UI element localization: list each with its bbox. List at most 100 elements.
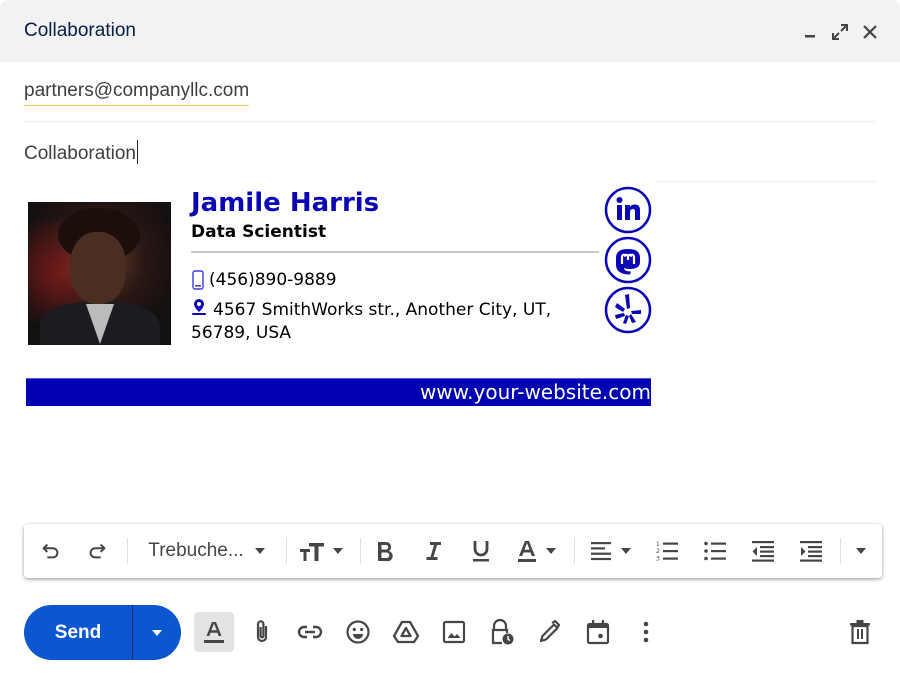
text-color-button[interactable] (510, 536, 564, 566)
underline-icon (473, 541, 489, 562)
linkedin-icon (604, 186, 652, 234)
insert-drive-button[interactable] (386, 612, 426, 652)
bulleted-list-icon (704, 541, 726, 561)
indent-less-button[interactable] (746, 536, 780, 566)
expand-button[interactable] (829, 21, 851, 43)
more-formatting-button[interactable] (846, 536, 876, 566)
svg-text:2: 2 (656, 548, 660, 555)
confidential-mode-button[interactable] (482, 612, 522, 652)
redo-icon (89, 543, 106, 559)
signature-phone: (456)890-9889 (191, 270, 337, 290)
set-up-time-button[interactable] (578, 612, 618, 652)
discard-draft-button[interactable] (840, 612, 880, 652)
link-icon (297, 625, 323, 639)
insert-photo-button[interactable] (434, 612, 474, 652)
minimize-icon (805, 35, 815, 38)
schedule-send-button[interactable] (133, 605, 181, 660)
recipient-chip[interactable]: partners@companyllc.com (24, 80, 250, 106)
signature-role: Data Scientist (191, 222, 327, 242)
svg-text:1: 1 (656, 541, 660, 548)
indent-less-icon (752, 541, 774, 562)
formatting-toolbar: Trebuche... 123 (24, 524, 882, 578)
dropdown-arrow-icon (254, 548, 265, 554)
indent-more-icon (800, 541, 822, 562)
send-button-group: Send (24, 605, 181, 660)
insert-signature-button[interactable] (530, 612, 570, 652)
trash-icon (850, 620, 870, 645)
numbered-list-button[interactable]: 123 (650, 536, 684, 566)
font-select[interactable]: Trebuche... (136, 536, 278, 566)
drive-icon (392, 620, 420, 644)
bulleted-list-button[interactable] (698, 536, 732, 566)
formatting-options-button[interactable] (194, 612, 234, 652)
yelp-icon (604, 286, 652, 334)
signature-address: 4567 SmithWorks str., Another City, UT, … (191, 298, 611, 345)
text-format-icon (204, 622, 224, 643)
more-options-button[interactable] (626, 612, 666, 652)
insert-emoji-button[interactable] (338, 612, 378, 652)
undo-button[interactable] (34, 536, 68, 566)
website-link[interactable]: www.your-website.com (420, 380, 651, 404)
toolbar-separator (127, 538, 128, 564)
pen-icon (539, 619, 561, 643)
dropdown-arrow-icon (621, 548, 631, 554)
compose-header: Collaboration (0, 0, 900, 62)
close-button[interactable] (859, 21, 881, 43)
email-signature: Jamile Harris Data Scientist (456)890-98… (24, 186, 654, 416)
address-text: 4567 SmithWorks str., Another City, UT, … (191, 300, 552, 343)
website-banner: www.your-website.com (26, 378, 651, 406)
align-left-icon (591, 542, 611, 561)
expand-icon (832, 24, 848, 40)
mobile-phone-icon (192, 270, 204, 290)
more-vertical-icon (643, 621, 649, 643)
numbered-list-icon: 123 (656, 541, 678, 563)
undo-icon (42, 543, 59, 559)
underline-button[interactable] (464, 536, 498, 566)
attach-files-button[interactable] (242, 612, 282, 652)
text-color-icon (518, 541, 536, 562)
yelp-link[interactable] (604, 286, 652, 334)
emoji-icon (346, 620, 370, 644)
profile-photo (28, 202, 171, 345)
divider (24, 121, 876, 122)
signature-divider (191, 251, 599, 253)
italic-button[interactable] (416, 536, 450, 566)
bold-icon (378, 542, 393, 562)
svg-text:3: 3 (656, 556, 660, 563)
bold-button[interactable] (368, 536, 402, 566)
mastodon-icon (604, 236, 652, 284)
text-cursor (136, 140, 138, 164)
indent-more-button[interactable] (794, 536, 828, 566)
redo-button[interactable] (80, 536, 114, 566)
location-pin-icon (192, 299, 206, 315)
italic-icon (426, 542, 441, 560)
linkedin-link[interactable] (604, 186, 652, 234)
compose-title: Collaboration (24, 20, 136, 41)
toolbar-separator (574, 538, 575, 564)
photo-icon (442, 620, 466, 644)
dropdown-arrow-icon (152, 629, 162, 636)
toolbar-separator (360, 538, 361, 564)
signature-name: Jamile Harris (191, 188, 380, 218)
align-button[interactable] (584, 536, 638, 566)
subject-text: Collaboration (24, 143, 136, 164)
lock-clock-icon (491, 618, 514, 645)
minimize-button[interactable] (799, 21, 821, 43)
calendar-icon (586, 620, 610, 645)
toolbar-separator (286, 538, 287, 564)
insert-link-button[interactable] (290, 612, 330, 652)
dropdown-arrow-icon (856, 548, 866, 554)
text-size-button[interactable] (294, 536, 348, 566)
font-name: Trebuche... (148, 540, 244, 561)
mastodon-link[interactable] (604, 236, 652, 284)
text-size-icon (300, 543, 324, 561)
toolbar-separator (840, 538, 841, 564)
send-button[interactable]: Send (24, 605, 132, 660)
dropdown-arrow-icon (546, 548, 556, 554)
paperclip-icon (256, 620, 268, 643)
close-icon (863, 25, 877, 39)
subject-input[interactable]: Collaboration (24, 140, 138, 165)
phone-number: (456)890-9889 (209, 270, 337, 290)
dropdown-arrow-icon (333, 548, 343, 554)
divider (656, 181, 876, 182)
